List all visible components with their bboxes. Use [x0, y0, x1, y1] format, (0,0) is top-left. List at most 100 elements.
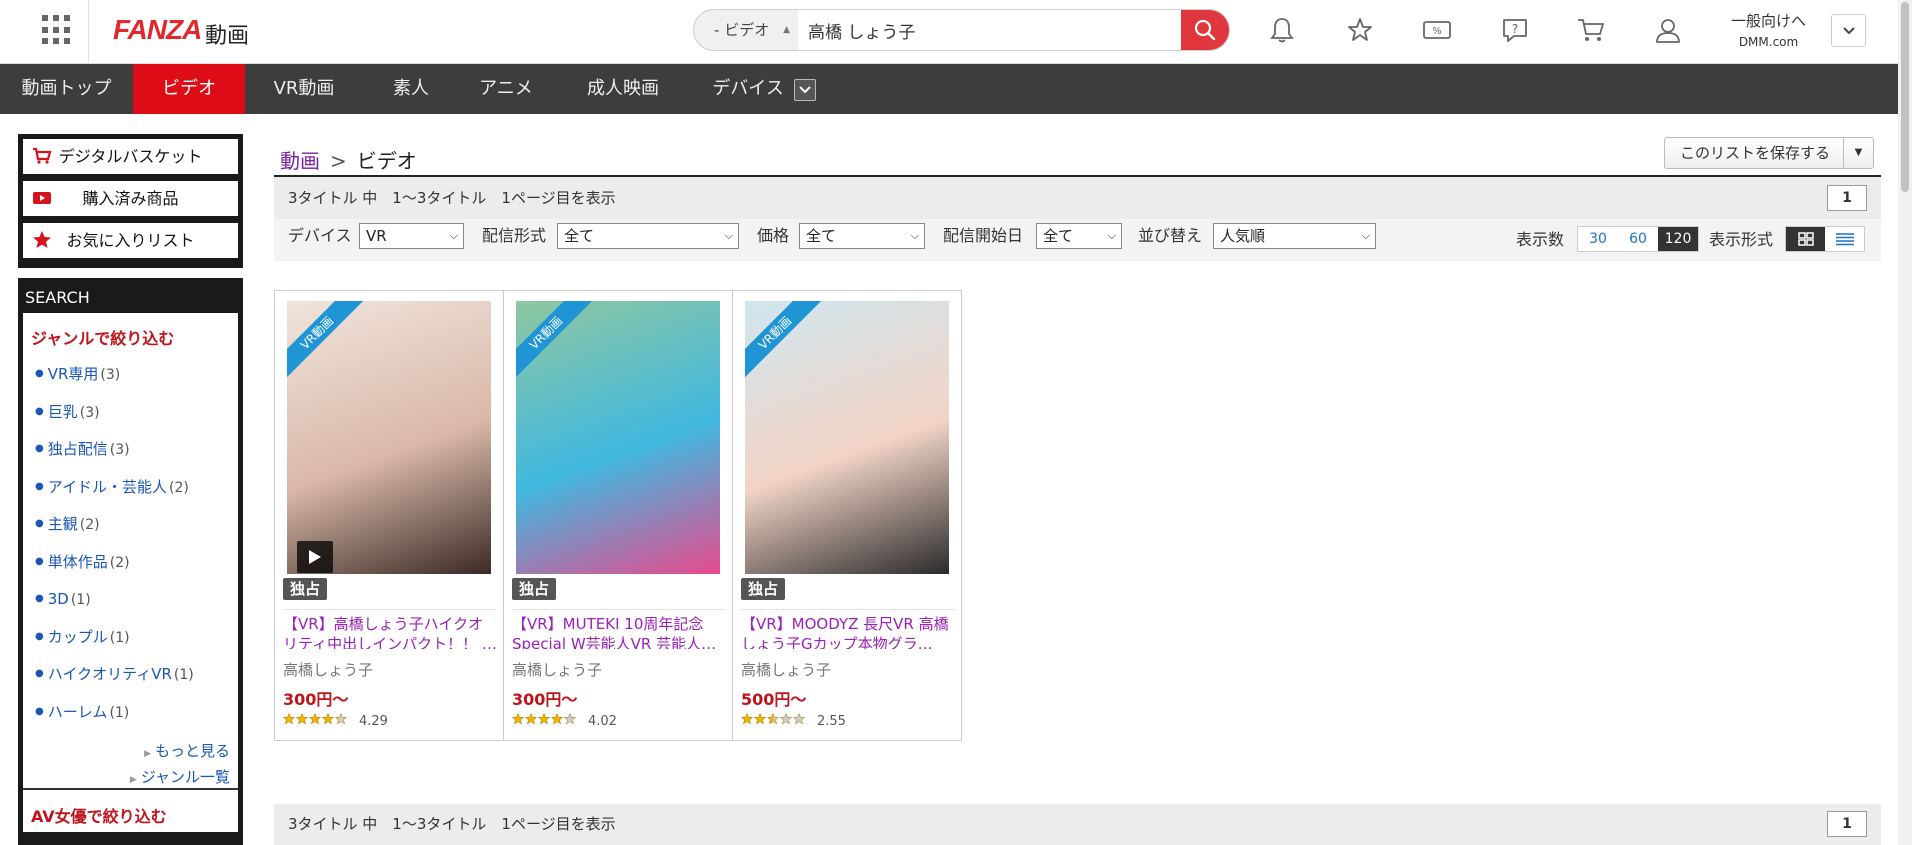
- rating-star-icon: [550, 712, 564, 725]
- sample-play-button[interactable]: [297, 541, 333, 573]
- result-info-bar-bottom: 3タイトル 中 1～3タイトル 1ページ目を表示 1: [274, 804, 1881, 845]
- nav-item-amateur[interactable]: 素人: [371, 64, 451, 114]
- product-title-link[interactable]: 【VR】MOODYZ 長尺VR 高橋しょう子Gカップ本物グラ…: [741, 609, 955, 649]
- device-select-value: VR: [366, 227, 387, 245]
- device-select[interactable]: VR ⌵: [359, 223, 464, 249]
- nav-item-device[interactable]: デバイス: [706, 64, 790, 114]
- nav-item-adult-film[interactable]: 成人映画: [576, 64, 670, 114]
- genre-count: (2): [169, 479, 189, 496]
- rating-star-icon: [563, 712, 577, 725]
- genre-link[interactable]: ● カップル (1): [31, 620, 230, 658]
- breadcrumb: 動画 > ビデオ: [280, 145, 417, 174]
- nav-device-dropdown[interactable]: [794, 79, 816, 101]
- genre-count: (3): [100, 367, 121, 383]
- genre-count: (1): [173, 667, 194, 683]
- genre-link[interactable]: ● 3D (1): [31, 582, 230, 620]
- apps-grid-icon[interactable]: [42, 15, 72, 45]
- digital-basket-button[interactable]: デジタルバスケット: [23, 139, 238, 174]
- favorites-button[interactable]: お気に入りリスト: [23, 223, 238, 258]
- rating-star-icon: [537, 712, 551, 725]
- chevron-down-icon: ⌵: [1107, 229, 1116, 242]
- sidebar-divider: [23, 788, 238, 790]
- per-page-60[interactable]: 60: [1618, 227, 1658, 251]
- genre-link[interactable]: ● ハーレム (1): [31, 695, 230, 733]
- search-icon: [1194, 19, 1216, 41]
- search-input[interactable]: [798, 10, 1181, 50]
- triangle-down-icon[interactable]: ▼: [1843, 138, 1873, 168]
- sort-select[interactable]: 人気順 ⌵: [1213, 223, 1376, 249]
- logo-subtitle[interactable]: 動画: [205, 18, 249, 50]
- genre-link[interactable]: ● 主観 (2): [31, 507, 230, 545]
- list-view-button[interactable]: [1825, 227, 1864, 251]
- product-price: 500円～: [741, 690, 807, 709]
- nav-item-video[interactable]: ビデオ: [133, 64, 245, 114]
- general-site-link[interactable]: 一般向けへ DMM.com: [1731, 10, 1806, 49]
- format-select[interactable]: 全て ⌵: [557, 223, 739, 249]
- count-label: 表示数: [1516, 230, 1565, 249]
- grid-view-button[interactable]: [1786, 227, 1825, 251]
- cart-icon[interactable]: [1573, 12, 1609, 48]
- genre-link[interactable]: ● アイドル・芸能人 (2): [31, 470, 230, 508]
- product-card[interactable]: VR動画 独占 【VR】MOODYZ 長尺VR 高橋しょう子Gカップ本物グラ… …: [732, 290, 962, 741]
- star-icon[interactable]: [1342, 12, 1378, 48]
- product-rating: 4.02: [511, 712, 617, 729]
- product-card[interactable]: VR動画 独占 【VR】高橋しょう子ハイクオリティ中出しインパクト！！ … 高橋…: [274, 290, 504, 741]
- start-date-select[interactable]: 全て ⌵: [1036, 223, 1122, 249]
- product-thumbnail[interactable]: VR動画: [287, 301, 491, 574]
- bell-icon[interactable]: [1264, 12, 1300, 48]
- genre-list-label: ジャンル一覧: [140, 768, 230, 786]
- page-number[interactable]: 1: [1827, 185, 1867, 211]
- product-thumbnail[interactable]: VR動画: [516, 301, 720, 574]
- genre-name: カップル: [47, 627, 108, 646]
- price-select-value: 全て: [806, 227, 837, 245]
- nav-item-anime[interactable]: アニメ: [466, 64, 546, 114]
- rating-score: 4.29: [359, 713, 388, 729]
- product-title-link[interactable]: 【VR】高橋しょう子ハイクオリティ中出しインパクト！！ …: [283, 609, 497, 649]
- product-title-link[interactable]: 【VR】MUTEKI 10周年記念Special W芸能人VR 芸能人…: [512, 609, 726, 649]
- purchased-items-button[interactable]: 購入済み商品: [23, 181, 238, 216]
- search-button[interactable]: [1181, 10, 1229, 50]
- product-card[interactable]: VR動画 独占 【VR】MUTEKI 10周年記念Special W芸能人VR …: [503, 290, 733, 741]
- fanza-logo[interactable]: FANZA: [113, 14, 202, 46]
- genre-link[interactable]: ● VR専用 (3): [31, 357, 230, 395]
- save-list-button[interactable]: このリストを保存する ▼: [1664, 137, 1874, 169]
- rating-star-icon: [282, 712, 296, 725]
- genre-list-link[interactable]: ▶ ジャンル一覧: [31, 764, 230, 790]
- help-icon[interactable]: ?: [1497, 12, 1533, 48]
- breadcrumb-root-link[interactable]: 動画: [280, 149, 320, 173]
- page-scrollbar[interactable]: [1898, 0, 1912, 845]
- rating-star-icon: [334, 712, 348, 725]
- search-category-select[interactable]: - ビデオ ▲▼: [694, 10, 798, 50]
- start-date-filter-label: 配信開始日: [943, 226, 1024, 245]
- nav-item-vr[interactable]: VR動画: [258, 64, 350, 114]
- genre-link[interactable]: ● 独占配信 (3): [31, 432, 230, 470]
- genre-count: (1): [109, 704, 130, 721]
- more-genres-link[interactable]: ▶ もっと見る: [31, 738, 230, 764]
- genre-link[interactable]: ● 単体作品 (2): [31, 545, 230, 583]
- product-rating: 4.29: [282, 712, 388, 729]
- product-thumbnail[interactable]: VR動画: [745, 301, 949, 574]
- scrollbar-thumb[interactable]: [1901, 2, 1909, 192]
- user-icon[interactable]: [1650, 12, 1686, 48]
- genre-name: アイドル・芸能人: [47, 477, 167, 496]
- per-page-120[interactable]: 120: [1658, 227, 1698, 251]
- nav-item-video-top[interactable]: 動画トップ: [0, 64, 133, 114]
- coupon-icon[interactable]: %: [1419, 12, 1455, 48]
- genre-name: 独占配信: [47, 440, 108, 458]
- rating-score: 4.02: [588, 713, 617, 729]
- genre-link[interactable]: ● ハイクオリティVR (1): [31, 657, 230, 695]
- per-page-30[interactable]: 30: [1578, 227, 1618, 251]
- sidebar-search: SEARCH ジャンルで絞り込む ● VR専用 (3) ● 巨乳 (3) ● 独占配信 (3…: [18, 278, 243, 845]
- purchased-items-label: 購入済み商品: [82, 189, 179, 208]
- genre-link[interactable]: ● 巨乳 (3): [31, 395, 230, 433]
- device-filter-label: デバイス: [288, 226, 352, 245]
- filter-bar: デバイス VR ⌵ 配信形式 全て ⌵ 価格 全て ⌵ 配信開始日 全て ⌵ 並び替え …: [274, 219, 1881, 261]
- chevron-down-icon: ⌵: [724, 229, 733, 242]
- price-select[interactable]: 全て ⌵: [799, 223, 925, 249]
- rating-star-icon: [524, 712, 538, 725]
- bullet-icon: ●: [35, 555, 44, 567]
- account-dropdown-button[interactable]: [1831, 14, 1866, 47]
- svg-text:?: ?: [1512, 22, 1518, 36]
- play-icon: [309, 550, 321, 564]
- page-number[interactable]: 1: [1827, 811, 1867, 837]
